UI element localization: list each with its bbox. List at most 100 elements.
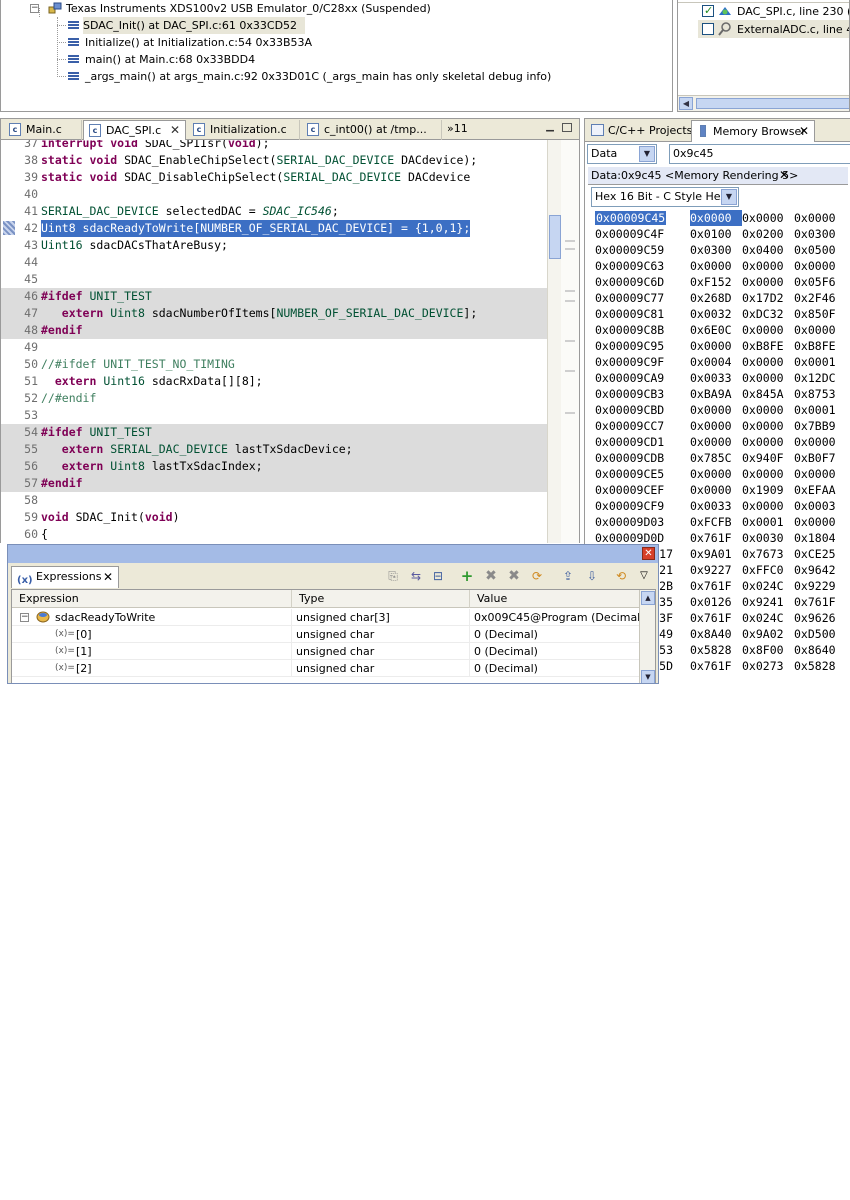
- tab-main-c[interactable]: c Main.c: [4, 120, 82, 140]
- tab-initialization-c[interactable]: c Initialization.c: [188, 120, 300, 140]
- memory-value[interactable]: 0x0003: [794, 498, 846, 514]
- expression-row[interactable]: (x)= [1] unsigned char 0 (Decimal): [12, 643, 640, 660]
- memory-value[interactable]: 0x0000: [742, 210, 794, 226]
- memory-value[interactable]: 0x0000: [742, 354, 794, 370]
- memory-row[interactable]: 0x00009C4F 0x0100 0x0200 0x0300: [595, 226, 846, 242]
- memory-value[interactable]: 0x0000: [742, 322, 794, 338]
- code-line[interactable]: 59 void SDAC_Init(void): [1, 509, 548, 526]
- memory-row[interactable]: 0x00009D03 0xFCFB 0x0001 0x0000: [595, 514, 846, 530]
- memory-value[interactable]: 0x0000: [794, 466, 846, 482]
- scroll-left-icon[interactable]: ◀: [679, 97, 693, 110]
- memory-value[interactable]: 0x761F: [690, 610, 742, 626]
- memory-row[interactable]: 0x00009CD1 0x0000 0x0000 0x0000: [595, 434, 846, 450]
- memory-value[interactable]: 0xB8FE: [794, 338, 846, 354]
- expression-row[interactable]: (x)= [0] unsigned char 0 (Decimal): [12, 626, 640, 643]
- code-line[interactable]: 42 Uint8 sdacReadyToWrite[NUMBER_OF_SERIA…: [1, 220, 548, 237]
- scroll-thumb[interactable]: [696, 98, 849, 109]
- memory-value[interactable]: 0x0000: [690, 338, 742, 354]
- code-line[interactable]: 58: [1, 492, 548, 509]
- close-icon[interactable]: ✕: [170, 121, 180, 140]
- stack-frame[interactable]: SDAC_Init() at DAC_SPI.c:61 0x33CD52: [83, 17, 306, 34]
- value-cell[interactable]: 0 (Decimal): [470, 660, 640, 677]
- code-line[interactable]: 44: [1, 254, 548, 271]
- memory-value[interactable]: 0x0000: [690, 402, 742, 418]
- expression-cell[interactable]: (x)= [2]: [12, 660, 292, 677]
- show-types-icon[interactable]: ⇆: [408, 568, 424, 584]
- memory-value[interactable]: 0x0000: [794, 514, 846, 530]
- memory-value[interactable]: 0x0001: [794, 402, 846, 418]
- memory-value[interactable]: 0x0000: [742, 370, 794, 386]
- code-line[interactable]: 43 Uint16 sdacDACsThatAreBusy;: [1, 237, 548, 254]
- memory-value[interactable]: 0x0000: [794, 210, 846, 226]
- remove-icon[interactable]: ✖: [483, 568, 499, 584]
- stack-frame[interactable]: _args_main() at args_main.c:92 0x33D01C …: [85, 68, 551, 85]
- view-menu-icon[interactable]: ▽: [636, 568, 652, 584]
- breakpoint-item[interactable]: ExternalADC.c, line 41: [737, 21, 849, 38]
- memory-value[interactable]: 0x0100: [690, 226, 742, 242]
- close-icon[interactable]: ✕: [799, 121, 809, 142]
- memory-value[interactable]: 0x0000: [742, 402, 794, 418]
- address-input[interactable]: 0x9c45: [669, 144, 850, 164]
- code-line[interactable]: 60{: [1, 526, 548, 543]
- memory-value[interactable]: 0x1909: [742, 482, 794, 498]
- breakpoint-checkbox[interactable]: [702, 23, 714, 35]
- memory-value[interactable]: 0x0000: [690, 466, 742, 482]
- memory-value[interactable]: 0x0000: [794, 322, 846, 338]
- memory-value[interactable]: 0x6E0C: [690, 322, 742, 338]
- memory-value[interactable]: 0x0200: [742, 226, 794, 242]
- memory-value[interactable]: 0x0030: [742, 530, 794, 546]
- memory-value[interactable]: 0x845A: [742, 386, 794, 402]
- memory-value[interactable]: 0x8753: [794, 386, 846, 402]
- stack-frame[interactable]: Initialize() at Initialization.c:54 0x33…: [85, 34, 312, 51]
- memory-row[interactable]: 0x00009C6D 0xF152 0x0000 0x05F6: [595, 274, 846, 290]
- code-line[interactable]: 55 extern SERIAL_DAC_DEVICE lastTxSdacDe…: [1, 441, 548, 458]
- memory-value[interactable]: 0x0000: [690, 258, 742, 274]
- collapse-toggle[interactable]: −: [30, 4, 39, 13]
- code-line[interactable]: 39 static void SDAC_DisableChipSelect(SER…: [1, 169, 548, 186]
- tab-dac-spi-c[interactable]: c DAC_SPI.c ✕: [83, 120, 186, 141]
- expression-cell[interactable]: (x)= [1]: [12, 643, 292, 660]
- memory-value[interactable]: 0x761F: [690, 658, 742, 674]
- code-line[interactable]: 56 extern Uint8 lastTxSdacIndex;: [1, 458, 548, 475]
- code-editor[interactable]: 37 interrupt void SDAC_SPIIsr(void); 38 sta…: [0, 140, 580, 543]
- editor-vertical-scrollbar[interactable]: [547, 140, 561, 543]
- close-icon[interactable]: ✕: [779, 167, 789, 184]
- memory-value[interactable]: 0x761F: [690, 530, 742, 546]
- memory-value[interactable]: 0x761F: [794, 594, 846, 610]
- tab-c-int00[interactable]: c c_int00() at /tmp...: [302, 120, 442, 140]
- memory-value[interactable]: 0x9626: [794, 610, 846, 626]
- memory-value[interactable]: 0xFCFB: [690, 514, 742, 530]
- remove-all-icon[interactable]: ✖: [506, 568, 522, 584]
- memory-row[interactable]: 0x00009CE5 0x0000 0x0000 0x0000: [595, 466, 846, 482]
- memory-value[interactable]: 0xD500: [794, 626, 846, 642]
- memory-value[interactable]: 0x0500: [794, 242, 846, 258]
- memory-value[interactable]: 0x0001: [794, 354, 846, 370]
- import-icon[interactable]: ⇩: [584, 568, 600, 584]
- code-line[interactable]: 40: [1, 186, 548, 203]
- scroll-down-icon[interactable]: ▼: [641, 670, 655, 683]
- memory-value[interactable]: 0x7673: [742, 546, 794, 562]
- code-line[interactable]: 47 extern Uint8 sdacNumberOfItems[NUMBER…: [1, 305, 548, 322]
- tab-cpp-projects[interactable]: C/C++ Projects: [587, 120, 692, 142]
- code-line[interactable]: 38 static void SDAC_EnableChipSelect(SERI…: [1, 152, 548, 169]
- memory-value[interactable]: 0x9642: [794, 562, 846, 578]
- close-icon[interactable]: ✕: [642, 547, 655, 560]
- memory-value[interactable]: 0x0004: [690, 354, 742, 370]
- memory-row[interactable]: 0x00009C8B 0x6E0C 0x0000 0x0000: [595, 322, 846, 338]
- memory-value[interactable]: 0x0000: [742, 258, 794, 274]
- memory-value[interactable]: 0xDC32: [742, 306, 794, 322]
- memory-value[interactable]: 0x268D: [690, 290, 742, 306]
- continuous-refresh-icon[interactable]: ⟲: [613, 568, 629, 584]
- value-cell[interactable]: 0 (Decimal): [470, 626, 640, 643]
- memory-value[interactable]: 0x0273: [742, 658, 794, 674]
- maximize-icon[interactable]: [562, 123, 572, 132]
- memory-value[interactable]: 0xCE25: [794, 546, 846, 562]
- window-title-bar[interactable]: ✕: [8, 545, 658, 563]
- memory-rendering-tab[interactable]: Data:0x9c45 <Memory Rendering 5> ✕: [588, 167, 848, 185]
- memory-value[interactable]: 0x0300: [794, 226, 846, 242]
- debug-target[interactable]: Texas Instruments XDS100v2 USB Emulator_…: [66, 0, 431, 17]
- memory-value[interactable]: 0x5828: [794, 658, 846, 674]
- memory-row[interactable]: 0x00009C95 0x0000 0xB8FE 0xB8FE: [595, 338, 846, 354]
- code-line[interactable]: 48 #endif: [1, 322, 548, 339]
- memory-value[interactable]: 0x5828: [690, 642, 742, 658]
